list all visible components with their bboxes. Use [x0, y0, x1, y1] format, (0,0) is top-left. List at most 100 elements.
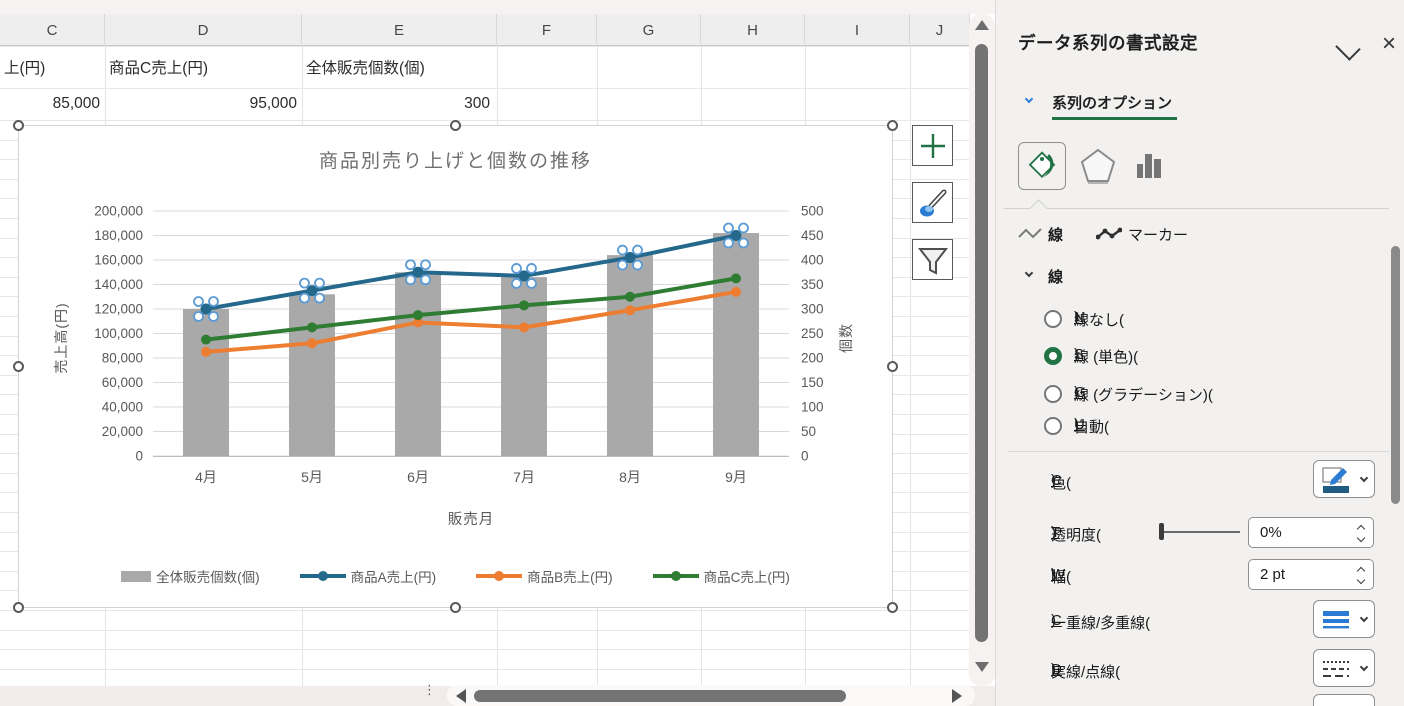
tab-series-options[interactable] [1126, 142, 1174, 190]
close-icon[interactable]: × [1382, 30, 1396, 58]
right-axis-title[interactable]: 個数 [836, 263, 856, 413]
chart-resize-handle[interactable] [13, 602, 24, 613]
chart-elements-button[interactable] [912, 125, 953, 166]
point-selection-handle[interactable] [209, 297, 218, 306]
data-point[interactable] [625, 292, 635, 302]
radio-row-no-line[interactable]: 線なし(N) [1044, 308, 1374, 332]
legend-item[interactable]: 商品C売上(円) [653, 566, 790, 586]
transparency-slider[interactable] [1164, 531, 1240, 533]
point-selection-handle[interactable] [315, 279, 324, 288]
bar-6月[interactable] [395, 272, 441, 456]
chart-resize-handle[interactable] [13, 120, 24, 131]
spinner-down-icon[interactable] [1357, 576, 1365, 584]
point-selection-handle[interactable] [633, 246, 642, 255]
point-selection-handle[interactable] [739, 239, 748, 248]
series-line[interactable] [206, 292, 736, 352]
point-selection-handle[interactable] [421, 260, 430, 269]
series-line[interactable] [206, 236, 736, 310]
cell-c-label[interactable]: 上(円) [4, 57, 102, 81]
radio-icon[interactable] [1044, 310, 1062, 328]
line-color-button[interactable] [1313, 460, 1375, 498]
series-options-header[interactable]: 系列のオプション [1052, 92, 1172, 113]
point-selection-handle[interactable] [406, 260, 415, 269]
chart-plot-svg[interactable]: 020,00040,00060,00080,000100,000120,0001… [19, 126, 894, 609]
point-selection-handle[interactable] [724, 224, 733, 233]
cell-d-value[interactable]: 95,000 [105, 92, 297, 116]
chart-filters-button[interactable] [912, 239, 953, 280]
scroll-down-icon[interactable] [975, 662, 989, 672]
point-selection-handle[interactable] [300, 294, 309, 303]
scroll-right-icon[interactable] [952, 689, 962, 703]
chevron-down-icon[interactable] [1335, 35, 1360, 60]
horizontal-scrollbar-thumb[interactable] [474, 690, 846, 702]
chart-resize-handle[interactable] [887, 602, 898, 613]
point-selection-handle[interactable] [527, 264, 536, 273]
radio-row-gradient-line[interactable]: 線 (グラデーション)(G) [1044, 383, 1374, 407]
chart-area[interactable]: 商品別売り上げと個数の推移 020,00040,00060,00080,0001… [18, 125, 893, 608]
pane-scrollbar-thumb[interactable] [1391, 246, 1400, 504]
left-axis-title[interactable]: 売上高(円) [51, 263, 71, 413]
chart-resize-handle[interactable] [887, 120, 898, 131]
bar-9月[interactable] [713, 233, 759, 456]
compound-line-button[interactable] [1313, 600, 1375, 638]
legend-item[interactable]: 商品B売上(円) [476, 566, 613, 586]
point-selection-handle[interactable] [315, 294, 324, 303]
clipped-dropdown-button[interactable] [1313, 694, 1375, 706]
data-point[interactable] [307, 322, 317, 332]
chart-resize-handle[interactable] [887, 361, 898, 372]
column-header-E[interactable]: E [302, 14, 497, 46]
data-point[interactable] [413, 310, 423, 320]
data-point[interactable] [731, 287, 741, 297]
chart-resize-handle[interactable] [450, 120, 461, 131]
radio-icon[interactable] [1044, 385, 1062, 403]
spinner-down-icon[interactable] [1357, 534, 1365, 542]
column-header-G[interactable]: G [597, 14, 701, 46]
point-selection-handle[interactable] [512, 279, 521, 288]
tab-splitter-dots[interactable]: ⋮ [423, 687, 429, 705]
subtab-marker[interactable]: マーカー [1128, 224, 1188, 245]
data-point[interactable] [731, 273, 741, 283]
transparency-input[interactable]: 0% [1248, 517, 1374, 548]
data-point[interactable] [519, 322, 529, 332]
line-group-header[interactable]: 線 [1048, 266, 1063, 287]
chart-resize-handle[interactable] [450, 602, 461, 613]
tab-fill-line[interactable] [1018, 142, 1066, 190]
data-point[interactable] [307, 338, 317, 348]
point-selection-handle[interactable] [194, 312, 203, 321]
chart-legend[interactable]: 全体販売個数(個)商品A売上(円)商品B売上(円)商品C売上(円) [19, 566, 892, 586]
radio-row-automatic[interactable]: 自動(U) [1044, 415, 1374, 439]
chevron-down-icon[interactable] [1025, 95, 1033, 103]
column-header-row[interactable]: CDEFGHIJ [0, 14, 969, 46]
point-selection-handle[interactable] [739, 224, 748, 233]
column-header-I[interactable]: I [805, 14, 910, 46]
column-header-F[interactable]: F [497, 14, 597, 46]
cell-c-value[interactable]: 85,000 [0, 92, 100, 116]
transparency-slider-thumb[interactable] [1159, 523, 1164, 540]
bar-8月[interactable] [607, 255, 653, 456]
column-header-D[interactable]: D [105, 14, 302, 46]
data-point[interactable] [201, 347, 211, 357]
x-axis-title[interactable]: 販売月 [153, 508, 789, 529]
data-point[interactable] [625, 305, 635, 315]
cell-d-label[interactable]: 商品C売上(円) [109, 57, 299, 81]
data-point[interactable] [201, 335, 211, 345]
bar-4月[interactable] [183, 309, 229, 456]
legend-item[interactable]: 商品A売上(円) [300, 566, 437, 586]
dash-type-button[interactable] [1313, 649, 1375, 687]
scroll-left-icon[interactable] [456, 689, 466, 703]
radio-row-solid-line[interactable]: 線 (単色)(S) [1044, 345, 1374, 369]
subtab-line[interactable]: 線 [1048, 224, 1063, 245]
tab-effects[interactable] [1074, 142, 1122, 190]
point-selection-handle[interactable] [618, 246, 627, 255]
vertical-scrollbar-thumb[interactable] [975, 44, 988, 642]
spinner-up-icon[interactable] [1357, 525, 1365, 533]
spinner-up-icon[interactable] [1357, 567, 1365, 575]
column-header-J[interactable]: J [910, 14, 970, 46]
point-selection-handle[interactable] [618, 261, 627, 270]
cell-e-label[interactable]: 全体販売個数(個) [306, 57, 494, 81]
cell-e-value[interactable]: 300 [302, 92, 490, 116]
point-selection-handle[interactable] [209, 312, 218, 321]
point-selection-handle[interactable] [724, 239, 733, 248]
radio-icon[interactable] [1044, 417, 1062, 435]
point-selection-handle[interactable] [633, 261, 642, 270]
